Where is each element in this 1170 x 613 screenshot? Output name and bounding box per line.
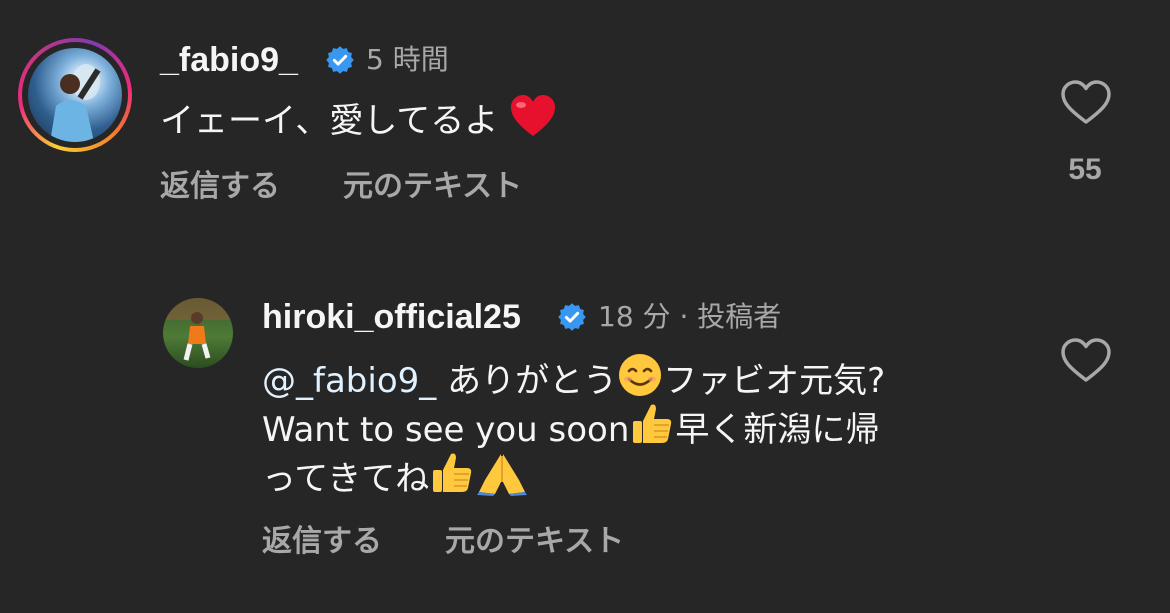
thumbs-up-emoji-icon <box>433 453 472 492</box>
reply-timestamp: 18 分 <box>598 300 671 333</box>
smiling-face-emoji-icon <box>619 354 662 396</box>
verified-badge-icon <box>326 46 354 74</box>
verified-badge-icon <box>558 303 586 331</box>
reply-text-line-1: @_fabio9_ ありがとう ファビオ元気? <box>262 352 885 404</box>
see-original-button[interactable]: 元のテキスト <box>343 167 522 207</box>
reply-text-line-3: ってきてね <box>262 450 529 502</box>
reply-text-segment: 早く新潟に帰 <box>675 410 880 450</box>
reply-text-line-2: Want to see you soon 早く新潟に帰 <box>262 401 879 453</box>
like-count: 55 <box>1068 153 1102 186</box>
comment-text: イェーイ、愛してるよ <box>160 94 557 144</box>
mention-link[interactable]: @_fabio9_ <box>262 361 436 401</box>
reply-text-segment: ありがとう <box>447 361 618 401</box>
comment-timestamp: 5 時間 <box>366 43 449 76</box>
reply-avatar[interactable] <box>163 298 233 368</box>
thumbs-up-emoji-icon <box>633 404 672 443</box>
see-original-button[interactable]: 元のテキスト <box>445 522 624 562</box>
reply-button[interactable]: 返信する <box>262 522 382 562</box>
reply-text-segment: Want to see you soon <box>262 410 630 450</box>
reply-button[interactable]: 返信する <box>160 167 280 207</box>
reply-meta: 18 分 · 投稿者 <box>598 297 781 337</box>
meta-separator: · <box>679 300 689 333</box>
reply-text-segment: ってきてね <box>262 459 430 499</box>
like-heart-icon[interactable] <box>1060 80 1112 126</box>
comment-text-content: イェーイ、愛してるよ <box>160 101 499 141</box>
avatar-story-ring[interactable] <box>18 38 132 152</box>
like-heart-icon[interactable] <box>1060 338 1112 384</box>
folded-hands-emoji-icon <box>477 454 528 496</box>
reply-username[interactable]: hiroki_official25 <box>262 297 521 337</box>
heart-emoji-icon <box>511 95 556 136</box>
comment-username[interactable]: _fabio9_ <box>160 40 298 80</box>
reply-text-segment: ファビオ元気? <box>663 361 886 401</box>
author-badge: 投稿者 <box>697 300 782 333</box>
avatar <box>28 48 122 142</box>
